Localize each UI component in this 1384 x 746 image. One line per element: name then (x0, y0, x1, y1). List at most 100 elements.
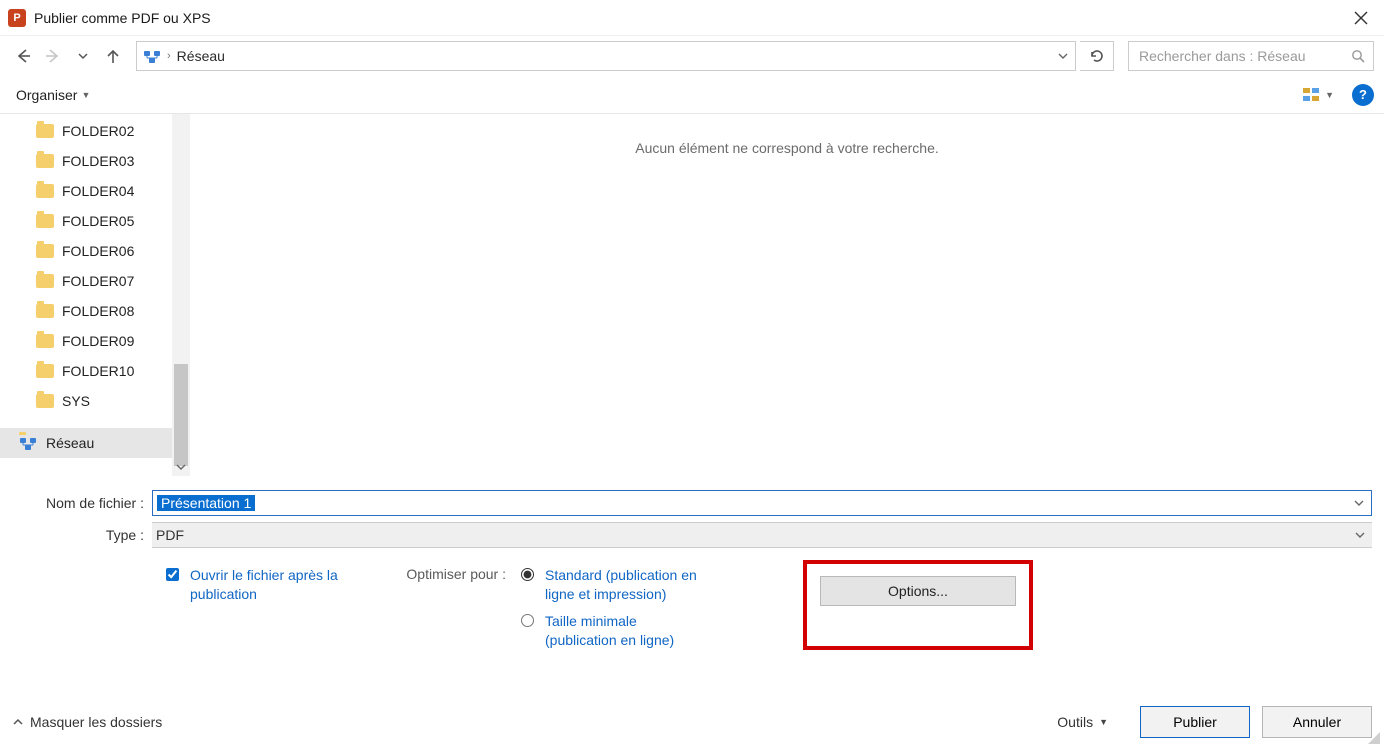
chevron-down-icon (77, 50, 89, 62)
magnifier-icon (1351, 49, 1365, 63)
organise-menu[interactable]: Organiser ▼ (10, 83, 96, 107)
breadcrumb-chevron-icon[interactable]: › (167, 50, 171, 62)
recent-locations-button[interactable] (70, 43, 96, 69)
folder-label: FOLDER05 (62, 213, 134, 229)
folder-icon (36, 154, 54, 168)
folder-icon (36, 304, 54, 318)
hide-folders-label: Masquer les dossiers (30, 714, 162, 730)
optimise-standard-radio[interactable] (521, 568, 534, 581)
network-label: Réseau (46, 435, 94, 451)
dropdown-caret-icon: ▼ (81, 90, 90, 100)
network-icon (143, 48, 161, 64)
folder-item[interactable]: FOLDER03 (0, 146, 172, 176)
view-icon (1301, 85, 1321, 105)
folder-icon (36, 124, 54, 138)
folder-item[interactable]: FOLDER07 (0, 266, 172, 296)
network-item[interactable]: Réseau (0, 428, 172, 458)
view-mode-button[interactable]: ▼ (1297, 83, 1338, 107)
tools-label: Outils (1057, 714, 1093, 730)
powerpoint-app-icon: P (8, 9, 26, 27)
folder-item[interactable]: FOLDER04 (0, 176, 172, 206)
open-after-label[interactable]: Ouvrir le fichier après la publication (190, 566, 382, 604)
chevron-down-icon (176, 462, 186, 472)
forward-button[interactable] (40, 43, 66, 69)
folder-item[interactable]: FOLDER05 (0, 206, 172, 236)
address-bar[interactable]: › Réseau (136, 41, 1076, 71)
folder-item[interactable]: SYS (0, 386, 172, 416)
chevron-down-icon (1057, 50, 1069, 62)
toolbar: Organiser ▼ ▼ ? (0, 76, 1384, 114)
resize-grip[interactable] (1366, 730, 1380, 744)
filename-label: Nom de fichier : (12, 495, 152, 511)
folder-icon (36, 364, 54, 378)
chevron-down-icon (1353, 497, 1365, 509)
chevron-up-icon (12, 716, 24, 728)
folder-item[interactable]: FOLDER09 (0, 326, 172, 356)
breadcrumb-item[interactable]: Réseau (177, 48, 225, 64)
folder-item[interactable]: FOLDER10 (0, 356, 172, 386)
options-button-highlight: Options... (803, 560, 1033, 650)
folder-icon (36, 184, 54, 198)
type-value: PDF (156, 527, 184, 543)
folder-label: FOLDER07 (62, 273, 134, 289)
folder-label: SYS (62, 393, 90, 409)
publish-button[interactable]: Publier (1140, 706, 1250, 738)
main-area: FOLDER02 FOLDER03 FOLDER04 FOLDER05 FOLDER06… (0, 114, 1384, 476)
back-button[interactable] (10, 43, 36, 69)
nav-row: › Réseau (0, 36, 1384, 76)
address-history-button[interactable] (1057, 50, 1069, 62)
folder-label: FOLDER10 (62, 363, 134, 379)
search-input[interactable] (1137, 47, 1351, 65)
folder-icon (36, 274, 54, 288)
refresh-button[interactable] (1080, 41, 1114, 71)
title-bar: P Publier comme PDF ou XPS (0, 0, 1384, 36)
hide-folders-button[interactable]: Masquer les dossiers (12, 714, 162, 730)
folder-label: FOLDER09 (62, 333, 134, 349)
scrollbar-thumb[interactable] (174, 364, 188, 466)
close-button[interactable] (1346, 3, 1376, 33)
dropdown-caret-icon: ▼ (1325, 90, 1334, 100)
scrollbar-down-button[interactable] (172, 458, 190, 476)
folder-item[interactable]: FOLDER06 (0, 236, 172, 266)
tools-menu[interactable]: Outils ▼ (1057, 714, 1108, 730)
options-button[interactable]: Options... (820, 576, 1016, 606)
folder-label: FOLDER06 (62, 243, 134, 259)
cancel-button[interactable]: Annuler (1262, 706, 1372, 738)
folder-label: FOLDER03 (62, 153, 134, 169)
folder-tree: FOLDER02 FOLDER03 FOLDER04 FOLDER05 FOLDER06… (0, 114, 172, 476)
filename-field[interactable]: Présentation 1 (152, 490, 1372, 516)
optimise-standard-label[interactable]: Standard (publication en ligne et impres… (545, 566, 705, 604)
search-icon[interactable] (1351, 49, 1365, 63)
help-icon: ? (1359, 87, 1367, 102)
filename-value: Présentation 1 (157, 495, 255, 511)
folder-label: FOLDER02 (62, 123, 134, 139)
organise-label: Organiser (16, 87, 77, 103)
footer: Masquer les dossiers Outils ▼ Publier An… (0, 698, 1384, 746)
filename-dropdown-button[interactable] (1353, 497, 1365, 509)
empty-message: Aucun élément ne correspond à votre rech… (190, 140, 1384, 156)
form-panel: Nom de fichier : Présentation 1 Type : P… (0, 476, 1384, 650)
arrow-left-icon (14, 47, 32, 65)
close-icon (1354, 11, 1368, 25)
folder-label: FOLDER04 (62, 183, 134, 199)
folder-item[interactable]: FOLDER02 (0, 116, 172, 146)
optimise-minimal-label[interactable]: Taille minimale (publication en ligne) (545, 612, 705, 650)
folder-icon (36, 334, 54, 348)
open-after-checkbox[interactable] (166, 568, 179, 581)
arrow-right-icon (44, 47, 62, 65)
optimise-minimal-radio[interactable] (521, 614, 534, 627)
folder-label: FOLDER08 (62, 303, 134, 319)
dropdown-caret-icon: ▼ (1099, 717, 1108, 727)
search-box[interactable] (1128, 41, 1374, 71)
up-button[interactable] (100, 43, 126, 69)
help-button[interactable]: ? (1352, 84, 1374, 106)
type-dropdown-button[interactable] (1354, 529, 1366, 541)
window-title: Publier comme PDF ou XPS (34, 10, 211, 26)
folder-item[interactable]: FOLDER08 (0, 296, 172, 326)
content-pane: Aucun élément ne correspond à votre rech… (190, 114, 1384, 476)
type-label: Type : (12, 527, 152, 543)
tree-scrollbar[interactable] (172, 114, 190, 476)
optimise-label: Optimiser pour : (400, 566, 510, 650)
type-field[interactable]: PDF (152, 522, 1372, 548)
folder-icon (36, 244, 54, 258)
